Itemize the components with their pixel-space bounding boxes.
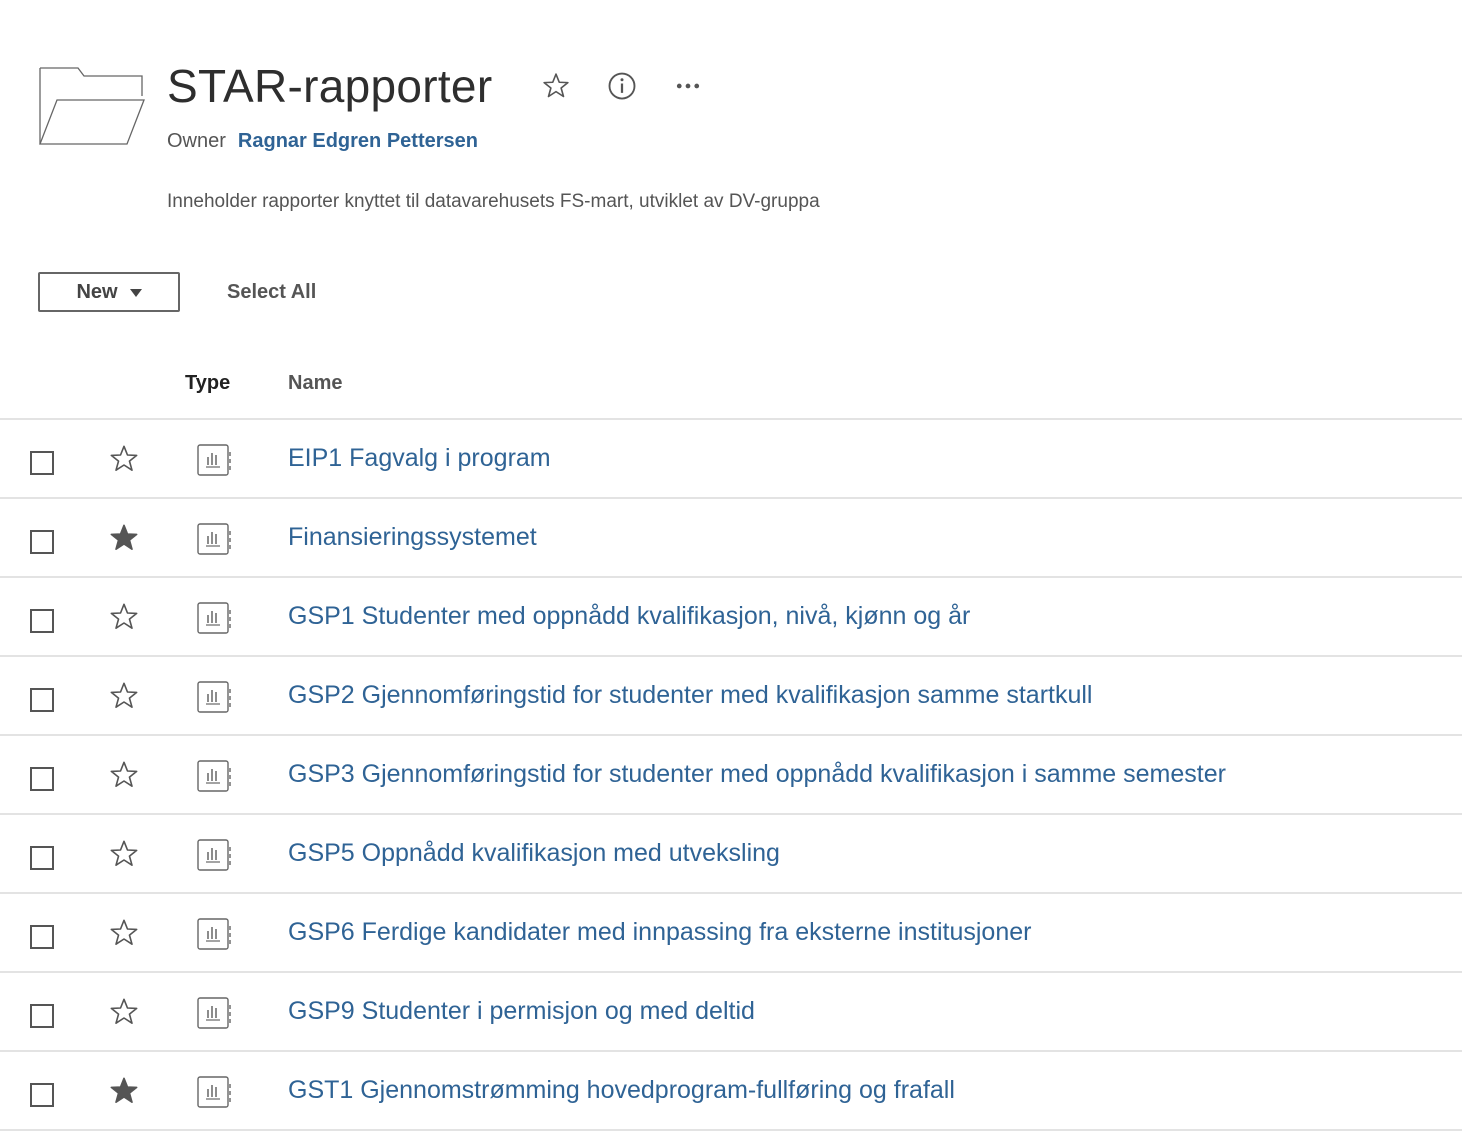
item-name-link[interactable]: GSP1 Studenter med oppnådd kvalifikasjon… (288, 602, 970, 631)
star-outline-icon[interactable] (108, 759, 140, 791)
workbook-icon (196, 996, 232, 1030)
list-item[interactable]: GSP5 Oppnådd kvalifikasjon med utvekslin… (0, 815, 1462, 894)
item-name-link[interactable]: GSP2 Gjennomføringstid for studenter med… (288, 681, 1092, 710)
favorite-star-icon[interactable] (540, 70, 572, 102)
content-list: EIP1 Fagvalg i program Finansieringssyste… (0, 420, 1462, 1131)
list-item[interactable]: GST1 Gjennomstrømming hovedprogram-fullf… (0, 1052, 1462, 1131)
row-checkbox[interactable] (30, 530, 54, 554)
star-filled-icon[interactable] (108, 1075, 140, 1107)
workbook-icon (196, 680, 232, 714)
row-checkbox[interactable] (30, 688, 54, 712)
item-name-link[interactable]: EIP1 Fagvalg i program (288, 444, 551, 473)
folder-icon (39, 67, 145, 145)
workbook-icon (196, 917, 232, 951)
row-checkbox[interactable] (30, 1083, 54, 1107)
row-checkbox[interactable] (30, 451, 54, 475)
row-checkbox[interactable] (30, 767, 54, 791)
workbook-icon (196, 838, 232, 872)
list-item[interactable]: Finansieringssystemet (0, 499, 1462, 578)
row-checkbox[interactable] (30, 609, 54, 633)
item-name-link[interactable]: GSP9 Studenter i permisjon og med deltid (288, 997, 755, 1026)
star-outline-icon[interactable] (108, 443, 140, 475)
item-name-link[interactable]: Finansieringssystemet (288, 523, 537, 552)
star-outline-icon[interactable] (108, 917, 140, 949)
column-header-type[interactable]: Type (185, 372, 230, 395)
select-all-button[interactable]: Select All (227, 281, 316, 304)
row-checkbox[interactable] (30, 1004, 54, 1028)
new-button-label: New (76, 280, 118, 303)
workbook-icon (196, 522, 232, 556)
list-item[interactable]: GSP3 Gjennomføringstid for studenter med… (0, 736, 1462, 815)
list-item[interactable]: GSP9 Studenter i permisjon og med deltid (0, 973, 1462, 1052)
page-title: STAR-rapporter (167, 60, 493, 112)
item-name-link[interactable]: GSP6 Ferdige kandidater med innpassing f… (288, 918, 1031, 947)
star-outline-icon[interactable] (108, 601, 140, 633)
owner-label: Owner (167, 130, 226, 152)
new-button[interactable]: New (38, 272, 180, 312)
more-icon[interactable] (672, 70, 704, 102)
owner-row: Owner Ragnar Edgren Pettersen (167, 130, 478, 153)
star-outline-icon[interactable] (108, 680, 140, 712)
star-outline-icon[interactable] (108, 996, 140, 1028)
workbook-icon (196, 759, 232, 793)
item-name-link[interactable]: GSP3 Gjennomføringstid for studenter med… (288, 760, 1226, 789)
row-checkbox[interactable] (30, 925, 54, 949)
title-row: STAR-rapporter (167, 58, 738, 114)
item-name-link[interactable]: GSP5 Oppnådd kvalifikasjon med utvekslin… (288, 839, 780, 868)
list-item[interactable]: GSP2 Gjennomføringstid for studenter med… (0, 657, 1462, 736)
caret-down-icon (129, 289, 142, 297)
row-checkbox[interactable] (30, 846, 54, 870)
owner-link[interactable]: Ragnar Edgren Pettersen (238, 130, 478, 153)
star-outline-icon[interactable] (108, 838, 140, 870)
title-actions (540, 70, 738, 102)
workbook-icon (196, 1075, 232, 1109)
column-header-name[interactable]: Name (288, 372, 342, 395)
list-item[interactable]: EIP1 Fagvalg i program (0, 420, 1462, 499)
list-item[interactable]: GSP6 Ferdige kandidater med innpassing f… (0, 894, 1462, 973)
list-item[interactable]: GSP1 Studenter med oppnådd kvalifikasjon… (0, 578, 1462, 657)
folder-description: Inneholder rapporter knyttet til datavar… (167, 191, 820, 212)
item-name-link[interactable]: GST1 Gjennomstrømming hovedprogram-fullf… (288, 1076, 955, 1105)
info-icon[interactable] (606, 70, 638, 102)
star-filled-icon[interactable] (108, 522, 140, 554)
workbook-icon (196, 443, 232, 477)
workbook-icon (196, 601, 232, 635)
